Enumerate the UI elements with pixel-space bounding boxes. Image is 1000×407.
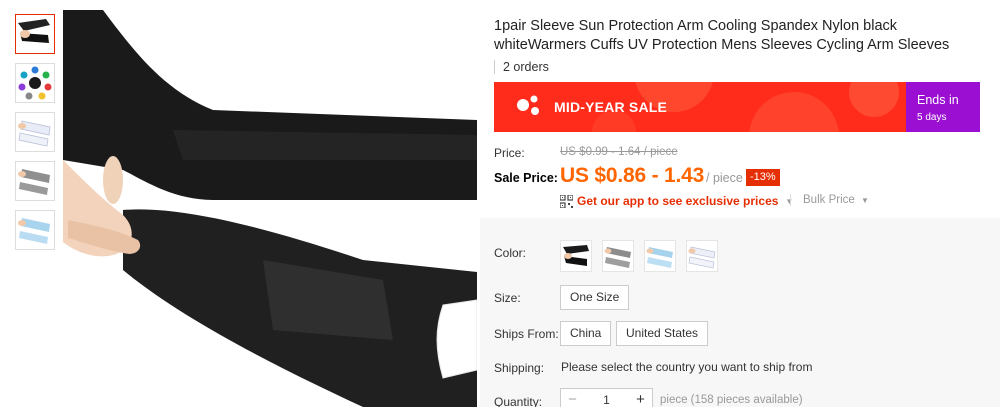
quantity-available: piece (158 pieces available) [660, 394, 803, 406]
thumbnail-black-sleeve[interactable] [15, 14, 55, 54]
white-sleeve-image [16, 113, 54, 151]
product-title: 1pair Sleeve Sun Protection Arm Cooling … [494, 18, 950, 53]
quantity-increase-button[interactable]: + [629, 389, 652, 407]
chevron-down-icon: ▼ [860, 196, 869, 205]
thumbnail-list [15, 14, 57, 259]
light-blue-sleeve-swatch-image [645, 241, 675, 271]
thumbnail-light-blue-sleeve[interactable] [15, 210, 55, 250]
color-swatches-image [16, 64, 54, 102]
quantity-label: Quantity: [494, 395, 543, 407]
shipping-label: Shipping: [494, 361, 545, 375]
color-swatch-light-blue[interactable] [644, 240, 676, 272]
sale-price: US $0.86 - 1.43 [560, 164, 705, 187]
sale-banner[interactable]: MID-YEAR SALE Ends in 5 days [494, 82, 980, 132]
quantity-decrease-button[interactable]: − [561, 389, 584, 407]
discount-badge: -13% [746, 169, 780, 186]
color-label: Color: [494, 246, 527, 260]
shipping-message: Please select the country you want to sh… [561, 360, 813, 374]
gray-sleeve-swatch-image [603, 241, 633, 271]
light-blue-sleeve-image [16, 211, 54, 249]
black-sleeve-swatch-image [561, 241, 591, 271]
sale-banner-left: MID-YEAR SALE [494, 82, 906, 132]
size-option-one-size[interactable]: One Size [560, 285, 630, 310]
gray-sleeve-image [16, 162, 54, 200]
bulk-price-label: Bulk Price [803, 194, 855, 206]
ends-in-label: Ends in [917, 93, 959, 107]
color-swatch-gray[interactable] [602, 240, 634, 272]
color-swatch-black[interactable] [560, 240, 592, 272]
thumbnail-color-options[interactable] [15, 63, 55, 103]
bulk-price-dropdown[interactable]: Bulk Price ▼ [790, 194, 869, 206]
size-label: Size: [494, 291, 521, 305]
sale-price-label: Sale Price: [494, 171, 558, 185]
sale-countdown: Ends in 5 days [906, 82, 980, 132]
product-options: Color: Size: One Size Ships From: China … [480, 218, 1000, 407]
product-info-panel: 1pair Sleeve Sun Protection Arm Cooling … [480, 10, 1000, 407]
ships-from-united-states[interactable]: United States [616, 321, 709, 346]
quantity-input[interactable]: 1 [584, 393, 629, 407]
ends-in-days: 5 days [917, 112, 947, 123]
app-exclusive-price-link[interactable]: Get our app to see exclusive prices ▼ [560, 194, 793, 208]
sale-dots-icon [517, 95, 539, 115]
price-label: Price: [494, 146, 525, 160]
sale-banner-label: MID-YEAR SALE [554, 99, 668, 115]
thumbnail-white-sleeve[interactable] [15, 112, 55, 152]
ships-from-label: Ships From: [494, 327, 559, 341]
arm-sleeve-photo [63, 10, 477, 407]
quantity-stepper: − 1 + [560, 388, 653, 407]
app-link-text: Get our app to see exclusive prices [577, 194, 779, 208]
white-sleeve-swatch-image [687, 241, 717, 271]
main-product-image[interactable] [63, 10, 477, 407]
black-sleeve-image [16, 15, 54, 53]
qr-code-icon [560, 194, 573, 208]
color-swatch-white[interactable] [686, 240, 718, 272]
original-price: US $0.99 - 1.64 / piece [560, 146, 678, 158]
thumbnail-gray-sleeve[interactable] [15, 161, 55, 201]
price-unit: / piece [706, 171, 743, 185]
ships-from-china[interactable]: China [560, 321, 612, 346]
orders-count[interactable]: 2 orders [494, 60, 549, 74]
